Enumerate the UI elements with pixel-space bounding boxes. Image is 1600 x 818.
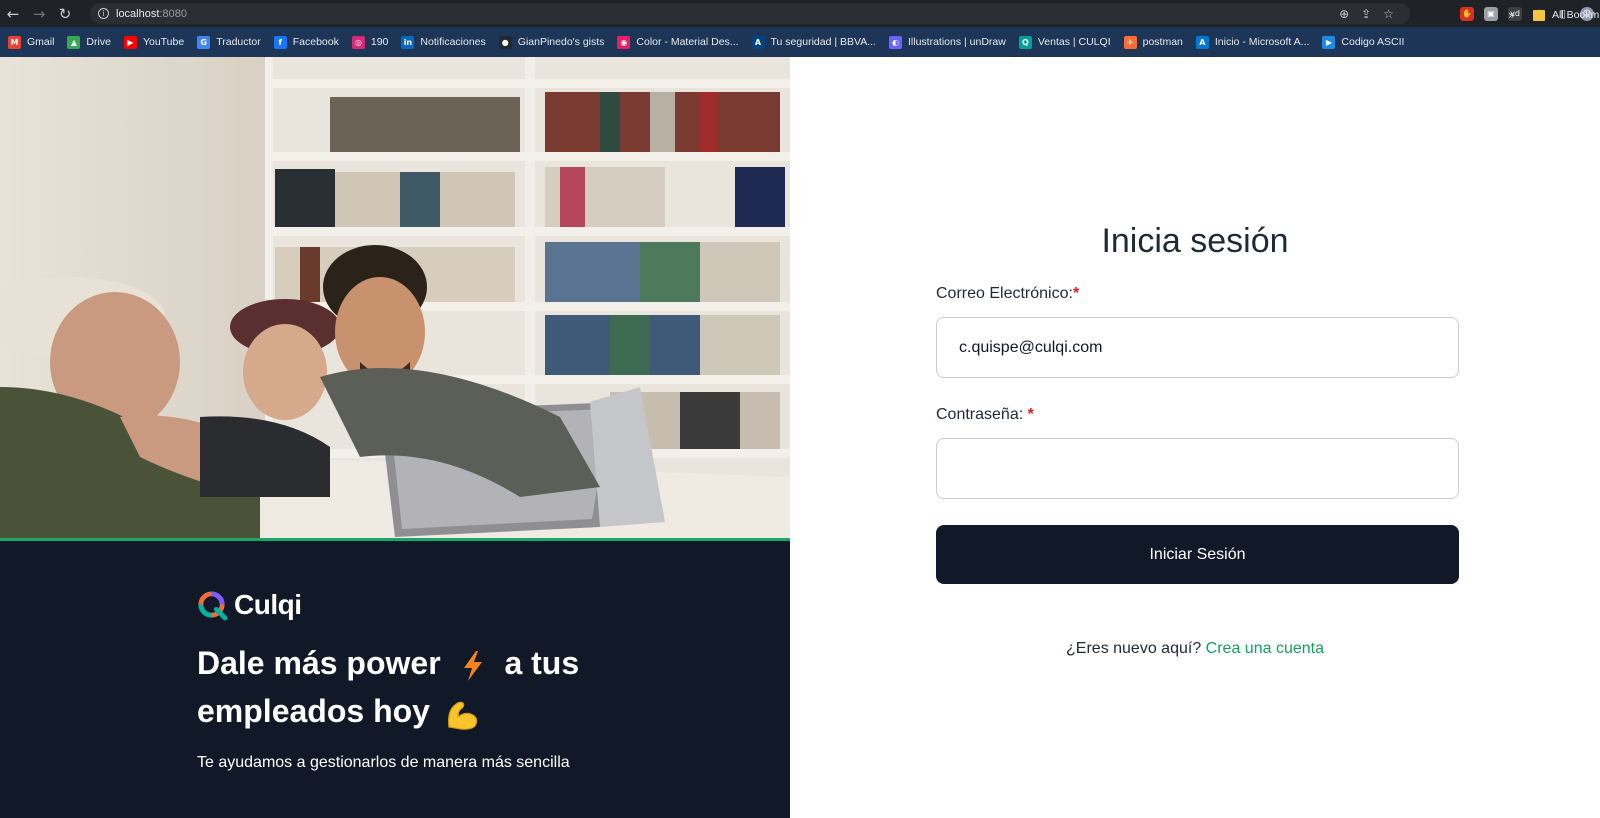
share-icon[interactable]: ⇪ [1361, 7, 1371, 21]
bookmark-label: YouTube [142, 36, 185, 48]
hero-photo [0, 57, 790, 539]
bookmark-item[interactable]: ▲ Drive [67, 35, 111, 49]
cube-extension-icon[interactable]: ▣ [1484, 6, 1498, 21]
bookmark-label: GianPinedo's gists [517, 36, 605, 48]
facebook-icon: f [273, 35, 287, 49]
brand-name: Culqi [234, 589, 302, 620]
culqi-logo-icon [198, 590, 228, 621]
bbva-icon: A [751, 35, 765, 49]
bookmark-item[interactable]: M Gmail [8, 35, 55, 49]
bookmark-item[interactable]: ● GianPinedo's gists [498, 35, 605, 49]
back-icon[interactable]: ← [0, 0, 26, 27]
reload-icon[interactable]: ↻ [52, 0, 78, 27]
postman-icon: ✈ [1123, 35, 1137, 49]
bookmark-item[interactable]: in Notificaciones [401, 35, 486, 49]
bookmark-item[interactable]: A Tu seguridad | BBVA... [751, 35, 876, 49]
password-field[interactable] [936, 438, 1459, 499]
bookmark-label: postman [1142, 36, 1183, 48]
bookmark-item[interactable]: ◎ 190 [351, 35, 389, 49]
bookmark-label: Inicio - Microsoft A... [1214, 36, 1310, 48]
browser-toolbar: ← → ↻ i localhost:8080 ⊕ ⇪ ☆ ✋ ▣ vd ✦ ▯ … [0, 0, 1600, 27]
bookmark-label: Notificaciones [420, 36, 486, 48]
hero-panel: Culqi Dale más power a tus empleados hoy… [0, 57, 790, 818]
bookmark-item[interactable]: ▶ YouTube [123, 35, 185, 49]
bookmark-label: Facebook [292, 36, 339, 48]
email-field[interactable] [936, 317, 1459, 378]
bookmark-label: Tu seguridad | BBVA... [770, 36, 876, 48]
bookmark-item[interactable]: ▶ Codigo ASCII [1322, 35, 1405, 49]
folder-icon [1533, 9, 1545, 21]
hero-headline: Dale más power a tus empleados hoy [197, 639, 627, 735]
all-bookmarks-label: All Bookm [1552, 9, 1600, 21]
undraw-icon: ◐ [888, 35, 902, 49]
bookmark-star-icon[interactable]: ☆ [1383, 7, 1394, 21]
bookmark-label: Illustrations | unDraw [907, 36, 1006, 48]
material-icon: ◉ [617, 35, 631, 49]
bookmark-label: Color - Material Des... [636, 36, 739, 48]
accent-divider [0, 538, 790, 541]
bookmark-label: Ventas | CULQI [1037, 36, 1111, 48]
youtube-icon: ▶ [123, 35, 137, 49]
azure-icon: A [1195, 35, 1209, 49]
login-button[interactable]: Iniciar Sesión [936, 525, 1459, 584]
bookmark-label: Drive [86, 36, 111, 48]
url-port: :8080 [159, 7, 187, 20]
more-bookmarks-icon[interactable]: » [1508, 0, 1515, 30]
headline-part-1: Dale más power [197, 645, 441, 681]
instagram-icon: ◎ [351, 35, 365, 49]
all-bookmarks-folder[interactable]: All Bookm [1533, 0, 1599, 30]
hero-subtitle: Te ayudamos a gestionarlos de manera más… [197, 754, 570, 771]
bookmarks-bar: M Gmail ▲ Drive ▶ YouTube G Traductor f Facebook ◎… [0, 27, 1600, 57]
login-title: Inicia sesión [1101, 222, 1289, 260]
bookmark-item[interactable]: G Traductor [197, 35, 261, 49]
password-label: Contraseña: * [936, 406, 1034, 424]
create-account-link[interactable]: Crea una cuenta [1206, 640, 1324, 657]
culqi-logo: Culqi [197, 589, 302, 621]
ascii-icon: ▶ [1322, 35, 1336, 49]
url-host: localhost [116, 7, 160, 20]
address-bar[interactable]: i localhost:8080 ⊕ ⇪ ☆ [90, 3, 1410, 24]
email-required-mark: * [1072, 285, 1080, 302]
register-prompt-text: ¿Eres nuevo aquí? [1066, 640, 1202, 657]
email-label: Correo Electrónico:* [936, 285, 1079, 303]
flexed-biceps-icon [447, 701, 478, 730]
forward-icon[interactable]: → [26, 0, 52, 27]
bookmark-label: Traductor [216, 36, 261, 48]
linkedin-icon: in [401, 35, 415, 49]
password-label-text: Contraseña: [936, 406, 1028, 423]
bookmark-label: Gmail [27, 36, 55, 48]
bookmark-item[interactable]: ◐ Illustrations | unDraw [888, 35, 1006, 49]
bookmark-item[interactable]: f Facebook [273, 35, 339, 49]
email-label-text: Correo Electrónico: [936, 285, 1073, 302]
login-panel: Inicia sesión Correo Electrónico:* Contr… [790, 57, 1600, 818]
site-info-icon[interactable]: i [98, 8, 109, 19]
team-laughing-illustration [0, 57, 790, 539]
register-prompt: ¿Eres nuevo aquí? Crea una cuenta [790, 640, 1600, 658]
adblock-extension-icon[interactable]: ✋ [1460, 6, 1474, 21]
bookmark-item[interactable]: Q Ventas | CULQI [1018, 35, 1111, 49]
password-required-mark: * [1027, 406, 1034, 423]
github-icon: ● [498, 35, 512, 49]
lightning-icon [463, 650, 482, 681]
bookmark-label: 190 [370, 36, 389, 48]
translate-icon: G [197, 35, 211, 49]
drive-icon: ▲ [67, 35, 81, 49]
bookmark-label: Codigo ASCII [1341, 36, 1405, 48]
gmail-icon: M [8, 35, 21, 49]
bookmark-item[interactable]: ✈ postman [1123, 35, 1183, 49]
culqi-icon: Q [1018, 35, 1032, 49]
bookmark-item[interactable]: ◉ Color - Material Des... [617, 35, 739, 49]
zoom-icon[interactable]: ⊕ [1339, 7, 1349, 21]
bookmark-item[interactable]: A Inicio - Microsoft A... [1195, 35, 1310, 49]
